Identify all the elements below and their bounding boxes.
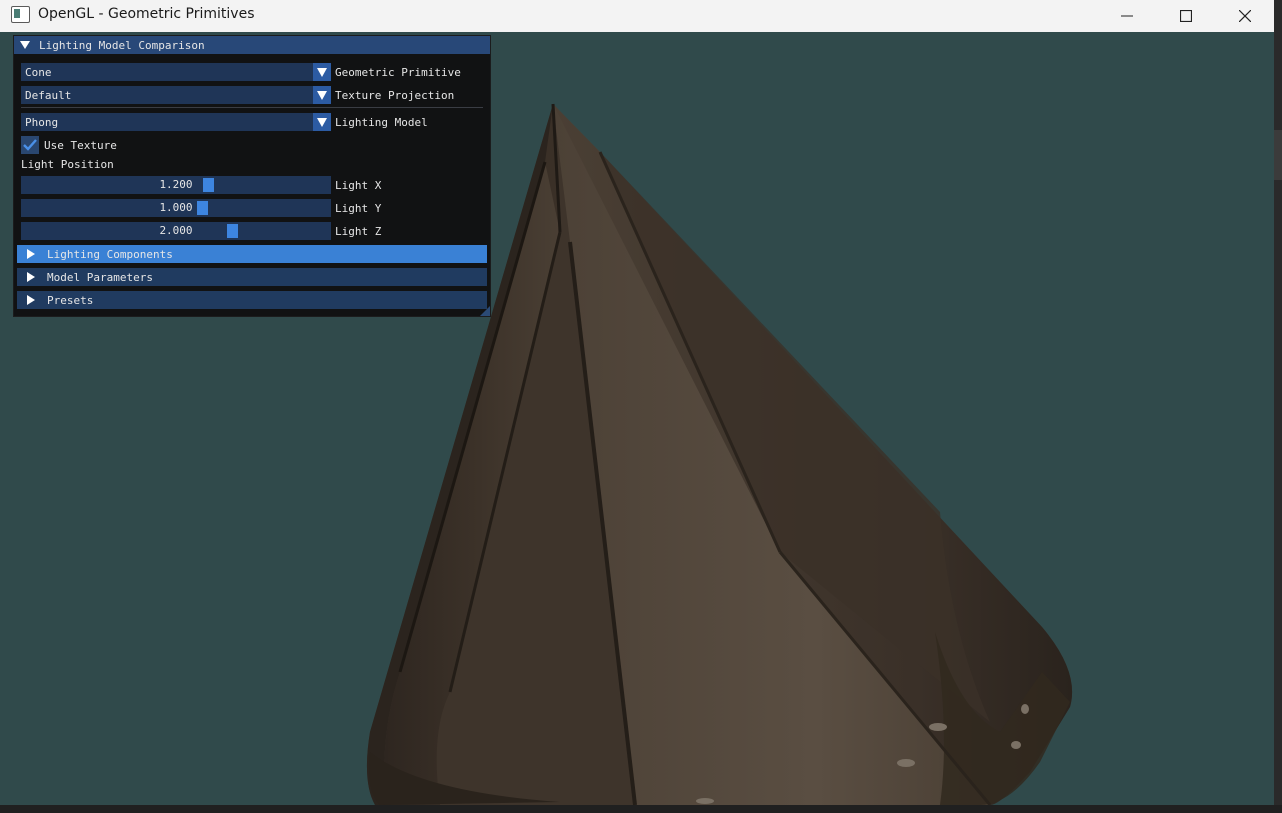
maximize-icon: [1180, 10, 1192, 22]
background-desktop: [1274, 0, 1282, 813]
projection-row: Default Texture Projection: [21, 86, 454, 104]
section-label: Model Parameters: [47, 270, 153, 284]
light-position-label: Light Position: [21, 158, 114, 171]
maximize-button[interactable]: [1157, 0, 1215, 32]
slider-grab[interactable]: [203, 178, 214, 192]
close-icon: [1239, 10, 1251, 22]
projection-label: Texture Projection: [335, 88, 455, 102]
primitive-combo[interactable]: Cone: [21, 63, 331, 81]
light-y-slider[interactable]: 1.000: [21, 199, 331, 217]
section-label: Lighting Components: [47, 247, 173, 261]
expand-arrow-icon: [27, 272, 35, 282]
panel-header[interactable]: Lighting Model Comparison: [14, 36, 490, 54]
light-y-row: 1.000 Light Y: [21, 199, 381, 217]
slider-grab[interactable]: [227, 224, 238, 238]
light-x-row: 1.200 Light X: [21, 176, 381, 194]
light-y-value: 1.000: [159, 201, 193, 214]
app-window: OpenGL - Geometric Primitives Lighting M…: [0, 0, 1274, 805]
light-z-slider[interactable]: 2.000: [21, 222, 331, 240]
light-z-label: Light Z: [335, 224, 382, 238]
lighting-panel: Lighting Model Comparison Cone Geometric…: [14, 36, 490, 316]
minimize-icon: [1121, 15, 1133, 17]
taskbar-edge: [0, 805, 1282, 813]
slider-grab[interactable]: [197, 201, 208, 215]
primitive-row: Cone Geometric Primitive: [21, 63, 461, 81]
primitive-value: Cone: [25, 65, 52, 79]
resize-grip[interactable]: [480, 306, 490, 316]
lighting-row: Phong Lighting Model: [21, 113, 428, 131]
light-position-heading-row: Light Position: [21, 158, 114, 171]
checkmark-icon: [23, 139, 37, 151]
minimize-button[interactable]: [1098, 0, 1156, 32]
dropdown-arrow-icon[interactable]: [313, 63, 331, 81]
app-icon: [11, 6, 30, 23]
separator: [21, 107, 483, 108]
use-texture-row: Use Texture: [21, 136, 117, 154]
projection-value: Default: [25, 88, 72, 102]
section-model-parameters[interactable]: Model Parameters: [17, 268, 487, 286]
close-button[interactable]: [1216, 0, 1274, 32]
panel-title: Lighting Model Comparison: [39, 38, 205, 52]
light-x-slider[interactable]: 1.200: [21, 176, 331, 194]
use-texture-label: Use Texture: [44, 138, 117, 152]
lighting-value: Phong: [25, 115, 59, 129]
light-x-value: 1.200: [159, 178, 193, 191]
collapse-arrow-icon[interactable]: [20, 41, 30, 49]
section-lighting-components[interactable]: Lighting Components: [17, 245, 487, 263]
lighting-label: Lighting Model: [335, 115, 428, 129]
light-y-label: Light Y: [335, 201, 382, 215]
expand-arrow-icon: [27, 295, 35, 305]
light-z-row: 2.000 Light Z: [21, 222, 381, 240]
window-title: OpenGL - Geometric Primitives: [38, 6, 255, 22]
title-bar[interactable]: OpenGL - Geometric Primitives: [0, 0, 1274, 32]
primitive-label: Geometric Primitive: [335, 65, 461, 79]
section-presets[interactable]: Presets: [17, 291, 487, 309]
section-label: Presets: [47, 293, 94, 307]
light-z-value: 2.000: [159, 224, 193, 237]
projection-combo[interactable]: Default: [21, 86, 331, 104]
lighting-combo[interactable]: Phong: [21, 113, 331, 131]
expand-arrow-icon: [27, 249, 35, 259]
dropdown-arrow-icon[interactable]: [313, 86, 331, 104]
light-x-label: Light X: [335, 178, 382, 192]
use-texture-checkbox[interactable]: [21, 136, 39, 154]
dropdown-arrow-icon[interactable]: [313, 113, 331, 131]
